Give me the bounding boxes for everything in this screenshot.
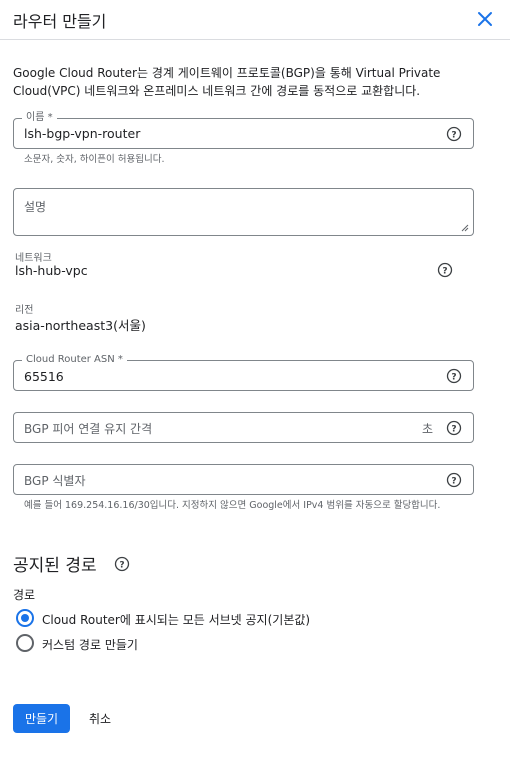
cancel-button[interactable]: 취소 <box>78 704 122 733</box>
svg-text:?: ? <box>451 424 456 434</box>
advertised-routes-help-icon[interactable]: ? <box>114 556 130 572</box>
description-textarea[interactable]: 설명 <box>13 188 474 236</box>
network-label: 네트워크 <box>15 253 52 264</box>
svg-text:?: ? <box>451 476 456 486</box>
network-help-icon[interactable]: ? <box>437 262 453 278</box>
bgp-identifier-hint: 예를 들어 169.254.16.16/30입니다. 지정하지 않으면 Goog… <box>24 500 441 511</box>
asn-field-label: Cloud Router ASN * <box>22 354 127 366</box>
radio-button-selected[interactable] <box>16 609 34 627</box>
svg-text:?: ? <box>451 372 456 382</box>
create-button[interactable]: 만들기 <box>13 704 70 733</box>
bgp-identifier-field[interactable]: BGP 식별자 ? <box>13 464 474 495</box>
radio-label: Cloud Router에 표시되는 모든 서브넷 공지(기본값) <box>42 613 311 627</box>
svg-text:?: ? <box>451 130 456 140</box>
radio-button[interactable] <box>16 634 34 652</box>
name-field-hint: 소문자, 숫자, 하이픈이 허용됩니다. <box>24 154 165 165</box>
keepalive-placeholder: BGP 피어 연결 유지 간격 <box>24 422 153 436</box>
region-value: asia-northeast3(서울) <box>15 318 146 333</box>
svg-text:?: ? <box>442 266 447 276</box>
name-field-label: 이름 * <box>22 112 57 124</box>
asn-field-value[interactable]: 65516 <box>24 369 64 384</box>
description-placeholder: 설명 <box>24 200 47 214</box>
bgp-identifier-help-icon[interactable]: ? <box>446 472 462 488</box>
dialog-header: 라우터 만들기 <box>0 0 510 40</box>
close-button[interactable] <box>474 8 496 30</box>
asn-help-icon[interactable]: ? <box>446 368 462 384</box>
network-value: lsh-hub-vpc <box>15 263 88 278</box>
advertised-routes-title: 공지된 경로 <box>13 556 97 576</box>
keepalive-help-icon[interactable]: ? <box>446 420 462 436</box>
help-icon[interactable]: ? <box>446 126 462 142</box>
routes-label: 경로 <box>13 588 36 602</box>
asn-field[interactable]: Cloud Router ASN * 65516 ? <box>13 354 474 391</box>
keepalive-field[interactable]: BGP 피어 연결 유지 간격 초 ? <box>13 412 474 443</box>
close-icon <box>478 12 492 26</box>
svg-text:?: ? <box>119 560 124 570</box>
keepalive-unit-suffix: 초 <box>422 422 434 436</box>
name-field[interactable]: 이름 * lsh-bgp-vpn-router ? <box>13 112 474 149</box>
dialog-description: Google Cloud Router는 경계 게이트웨이 프로토콜(BGP)을… <box>13 66 441 98</box>
region-label: 리전 <box>15 305 34 316</box>
dialog-title: 라우터 만들기 <box>13 12 107 31</box>
resize-grip-icon[interactable] <box>461 224 469 232</box>
bgp-identifier-placeholder: BGP 식별자 <box>24 474 86 488</box>
name-field-value[interactable]: lsh-bgp-vpn-router <box>24 126 140 141</box>
radio-label: 커스텀 경로 만들기 <box>42 638 138 652</box>
